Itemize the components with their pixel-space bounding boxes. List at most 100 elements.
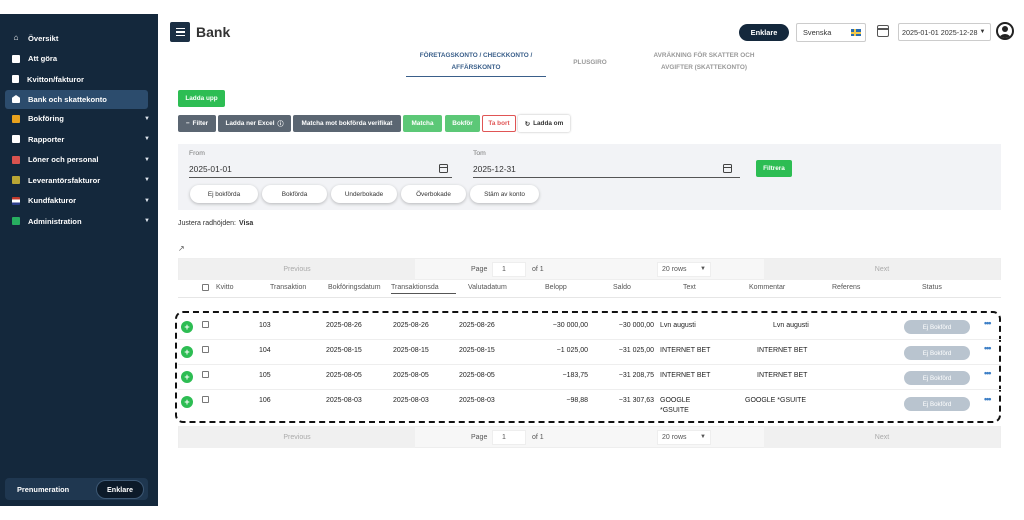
- row-height-control: Justera radhöjden: Visa: [178, 220, 253, 227]
- reload-button[interactable]: ↻ Ladda om: [518, 115, 570, 132]
- pager-top: Previous Page 1 of 1 20 rows ▼ Next: [178, 258, 1001, 280]
- from-input[interactable]: 2025-01-01: [189, 164, 232, 174]
- cell-value-date: 2025-08-26: [459, 322, 495, 329]
- apply-filter-button[interactable]: Filtrera: [756, 160, 792, 177]
- book-button[interactable]: Bokför: [445, 115, 480, 132]
- add-row-icon[interactable]: +: [181, 371, 193, 383]
- match-verifications-button[interactable]: Matcha mot bokförda verifikat: [293, 115, 401, 132]
- col-text[interactable]: Text: [683, 284, 696, 291]
- chevron-down-icon: ▼: [144, 115, 150, 122]
- enklare-button[interactable]: Enklare: [739, 24, 789, 41]
- cell-balance: −31 307,63: [618, 397, 654, 404]
- sidebar-item-label: Översikt: [28, 33, 59, 43]
- language-select[interactable]: Svenska: [796, 23, 866, 42]
- row-checkbox[interactable]: [202, 321, 209, 328]
- more-options-icon[interactable]: •••: [984, 318, 992, 328]
- col-status[interactable]: Status: [922, 284, 942, 291]
- previous-page-button[interactable]: Previous: [179, 427, 415, 448]
- user-avatar-icon[interactable]: [996, 22, 1014, 40]
- add-row-icon[interactable]: +: [181, 396, 193, 408]
- row-height-toggle[interactable]: Visa: [239, 220, 253, 227]
- rows-per-page-select[interactable]: 20 rows ▼: [657, 262, 711, 277]
- add-row-icon[interactable]: +: [181, 346, 193, 358]
- pill-booked[interactable]: Bokförda: [262, 185, 327, 203]
- menu-toggle-icon[interactable]: [170, 22, 190, 42]
- sidebar-item-bokforing[interactable]: Bokföring ▼: [0, 109, 158, 130]
- pill-not-booked[interactable]: Ej bokförda: [190, 185, 258, 203]
- enklare-sidebar-button[interactable]: Enklare: [96, 479, 144, 499]
- to-input[interactable]: 2025-12-31: [473, 164, 516, 174]
- match-button[interactable]: Matcha: [403, 115, 442, 132]
- sidebar-item-label: Bokföring: [28, 114, 64, 124]
- status-badge[interactable]: Ej Bokförd: [904, 320, 970, 334]
- cell-booking-date: 2025-08-05: [326, 372, 362, 379]
- col-kommentar[interactable]: Kommentar: [749, 284, 785, 291]
- row-checkbox[interactable]: [202, 396, 209, 403]
- cell-amount: −98,88: [566, 397, 588, 404]
- row-checkbox[interactable]: [202, 371, 209, 378]
- page-title: Bank: [196, 24, 231, 40]
- col-valutadatum[interactable]: Valutadatum: [468, 284, 507, 291]
- admin-icon: [12, 217, 20, 226]
- page-input[interactable]: 1: [492, 430, 526, 445]
- more-options-icon[interactable]: •••: [984, 343, 992, 353]
- resize-icon[interactable]: ↗: [178, 244, 185, 253]
- calendar-icon[interactable]: [877, 25, 889, 37]
- sidebar-item-kundfakturor[interactable]: Kundfakturor ▼: [0, 191, 158, 212]
- sidebar-item-leverantorsfakturor[interactable]: Leverantörsfakturor ▼: [0, 170, 158, 191]
- calendar-icon[interactable]: [439, 164, 448, 173]
- col-belopp[interactable]: Belopp: [545, 284, 567, 291]
- sidebar-item-oversikt[interactable]: ⌂ Översikt: [0, 28, 158, 49]
- sidebar-item-label: Bank och skattekonto: [28, 94, 107, 104]
- sidebar-item-administration[interactable]: Administration ▼: [0, 211, 158, 232]
- from-label: From: [189, 150, 205, 157]
- cell-comment: Lvn augusti: [773, 322, 809, 329]
- col-transaktionsdatum[interactable]: Transaktionsda: [391, 284, 456, 294]
- cell-booking-date: 2025-08-15: [326, 347, 362, 354]
- status-badge[interactable]: Ej Bokförd: [904, 371, 970, 385]
- select-all-checkbox[interactable]: [202, 284, 209, 291]
- pill-overbooked[interactable]: Överbokade: [401, 185, 466, 203]
- sidebar-item-kvitton[interactable]: Kvitton/fakturor: [0, 69, 158, 90]
- pill-reconcile[interactable]: Stäm av konto: [470, 185, 539, 203]
- date-range-select[interactable]: 2025-01-01 2025-12-28 ▼: [898, 23, 991, 41]
- sidebar-item-bank[interactable]: Bank och skattekonto: [5, 89, 148, 109]
- more-options-icon[interactable]: •••: [984, 368, 992, 378]
- previous-page-button[interactable]: Previous: [179, 259, 415, 280]
- tab-label-line1: FÖRETAGSKONTO / CHECKKONTO /: [419, 52, 533, 59]
- delete-button[interactable]: Ta bort: [482, 115, 516, 132]
- filter-button[interactable]: − Filter: [178, 115, 216, 132]
- sidebar-item-loner[interactable]: Löner och personal ▼: [0, 150, 158, 171]
- sidebar-item-rapporter[interactable]: Rapporter ▼: [0, 129, 158, 150]
- col-kvitto[interactable]: Kvitto: [216, 284, 234, 291]
- cell-transaction: 106: [259, 397, 271, 404]
- tab-plusgiro[interactable]: PLUSGIRO: [561, 57, 619, 69]
- col-transaktion[interactable]: Transaktion: [270, 284, 306, 291]
- page-input[interactable]: 1: [492, 262, 526, 277]
- more-options-icon[interactable]: •••: [984, 394, 992, 404]
- sidebar-item-att-gora[interactable]: Att göra: [0, 49, 158, 70]
- next-page-button[interactable]: Next: [764, 427, 1000, 448]
- status-badge[interactable]: Ej Bokförd: [904, 397, 970, 411]
- upload-button[interactable]: Ladda upp: [178, 90, 225, 107]
- calendar-icon[interactable]: [723, 164, 732, 173]
- sidebar-item-label: Att göra: [28, 54, 58, 64]
- status-badge[interactable]: Ej Bokförd: [904, 346, 970, 360]
- row-checkbox[interactable]: [202, 346, 209, 353]
- col-bokforingsdatum[interactable]: Bokföringsdatum: [328, 284, 381, 291]
- tab-foretagskonto[interactable]: FÖRETAGSKONTO / CHECKKONTO / AFFÄRSKONTO: [406, 50, 546, 77]
- date-range-value: 2025-01-01 2025-12-28: [902, 27, 978, 37]
- download-excel-button[interactable]: Ladda ner Excel ⓘ: [218, 115, 291, 132]
- add-row-icon[interactable]: +: [181, 321, 193, 333]
- row-divider: [178, 339, 1001, 340]
- from-underline: [189, 177, 452, 178]
- pill-underbooked[interactable]: Underbokade: [331, 185, 397, 203]
- next-page-button[interactable]: Next: [764, 259, 1000, 280]
- subscription-label: Prenumeration: [17, 484, 70, 494]
- rows-per-page-select[interactable]: 20 rows ▼: [657, 430, 711, 445]
- tab-skattekonto[interactable]: AVRÄKNING FÖR SKATTER OCH AVGIFTER (SKAT…: [637, 50, 771, 74]
- filter-panel: From 2025-01-01 Tom 2025-12-31 Filtrera …: [178, 144, 1001, 210]
- col-saldo[interactable]: Saldo: [613, 284, 631, 291]
- tab-label-line2: AVGIFTER (SKATTEKONTO): [661, 64, 747, 71]
- col-referens[interactable]: Referens: [832, 284, 860, 291]
